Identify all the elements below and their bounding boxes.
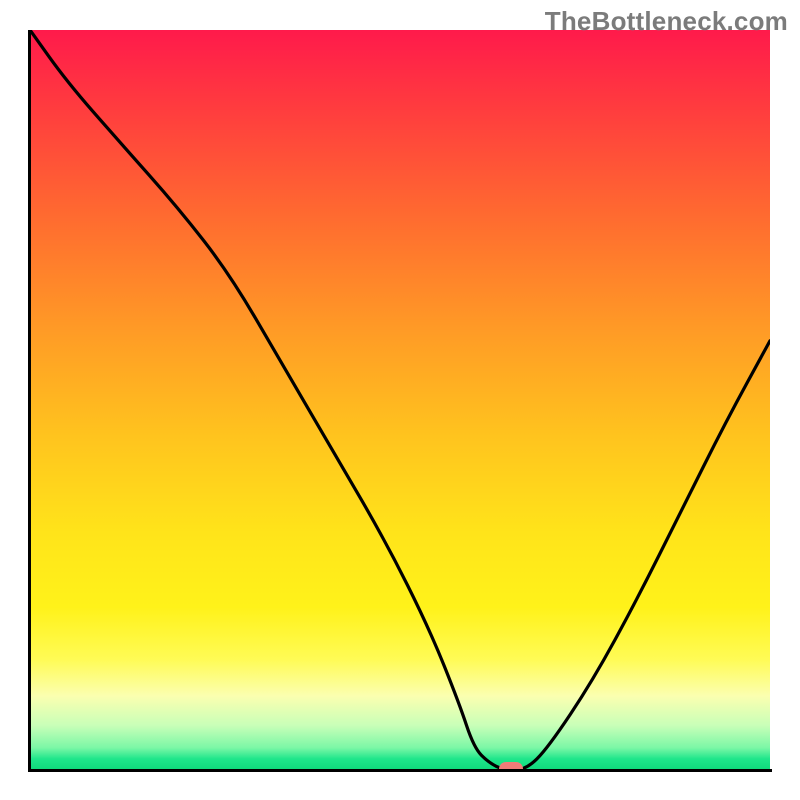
watermark-text: TheBottleneck.com bbox=[545, 6, 788, 37]
curve-svg bbox=[30, 30, 770, 770]
bottleneck-chart: TheBottleneck.com bbox=[0, 0, 800, 800]
plot-area bbox=[30, 30, 770, 770]
x-axis-line bbox=[28, 769, 772, 772]
bottleneck-curve bbox=[30, 30, 770, 770]
y-axis-line bbox=[28, 30, 31, 772]
